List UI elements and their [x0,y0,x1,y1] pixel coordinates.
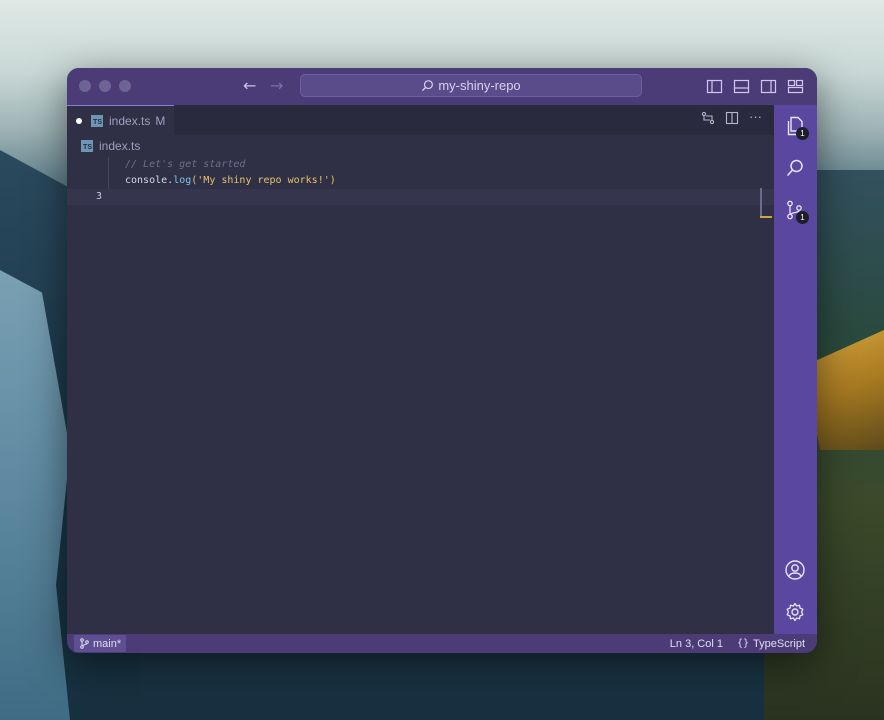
forward-arrow-icon[interactable]: → [270,76,283,95]
title-bar: ← → my-shiny-repo [67,68,817,105]
code-line: // Let's get started [67,157,774,173]
editor-window: ← → my-shiny-repo TS index.ts M ··· TS i… [67,68,817,653]
code-line-current: 3 [67,189,774,205]
toggle-primary-sidebar-icon[interactable] [705,77,724,96]
status-bar: main* Ln 3, Col 1 {} TypeScript [67,634,817,653]
toggle-panel-icon[interactable] [732,77,751,96]
typescript-file-icon: TS [91,114,103,127]
line-number: 3 [95,191,102,202]
search-icon [422,80,434,92]
close-window-button[interactable] [79,80,91,92]
search-icon[interactable] [784,157,806,179]
branch-indicator[interactable]: main* [74,635,127,652]
git-branch-icon [80,638,89,649]
unsaved-dot-icon [76,117,82,124]
zoom-window-button[interactable] [119,80,131,92]
language-mode[interactable]: {} TypeScript [737,638,805,650]
activity-bar: 1 1 [774,105,817,634]
editor-area: TS index.ts M ··· TS index.ts // Let's g… [67,105,774,634]
toggle-secondary-sidebar-icon[interactable] [759,77,778,96]
code-string: 'My shiny repo works!' [197,175,330,186]
cursor-position[interactable]: Ln 3, Col 1 [670,638,723,650]
code-function: log [173,175,192,186]
command-center-search[interactable]: my-shiny-repo [300,74,642,97]
gear-icon[interactable] [784,601,806,623]
overview-ruler[interactable] [760,188,772,218]
explorer-badge: 1 [796,127,809,140]
back-arrow-icon[interactable]: ← [243,76,256,95]
code-line: console.log('My shiny repo works!') [67,173,774,189]
typescript-file-icon: TS [81,140,93,152]
language-label: TypeScript [753,637,805,650]
accounts-icon[interactable] [784,559,806,581]
search-label: my-shiny-repo [438,78,521,93]
branch-name: main* [93,637,122,650]
breadcrumb[interactable]: TS index.ts [81,137,140,155]
code-comment: // Let's get started [125,159,246,170]
more-actions-icon[interactable]: ··· [749,110,762,128]
tab-index-ts[interactable]: TS index.ts M [67,105,174,135]
braces-icon: {} [736,638,750,649]
code-identifier: console [125,175,168,186]
tab-bar: TS index.ts M ··· [67,105,774,135]
minimize-window-button[interactable] [99,80,111,92]
customize-layout-icon[interactable] [786,77,805,96]
tab-label: index.ts [109,113,151,128]
tab-modified-status: M [155,113,166,128]
code-editor[interactable]: // Let's get started console.log('My shi… [67,157,774,205]
open-changes-icon[interactable] [701,111,715,128]
split-editor-icon[interactable] [725,111,739,128]
source-control-badge: 1 [796,211,809,224]
breadcrumb-file[interactable]: index.ts [99,139,140,153]
code-close-paren: ) [329,175,336,186]
